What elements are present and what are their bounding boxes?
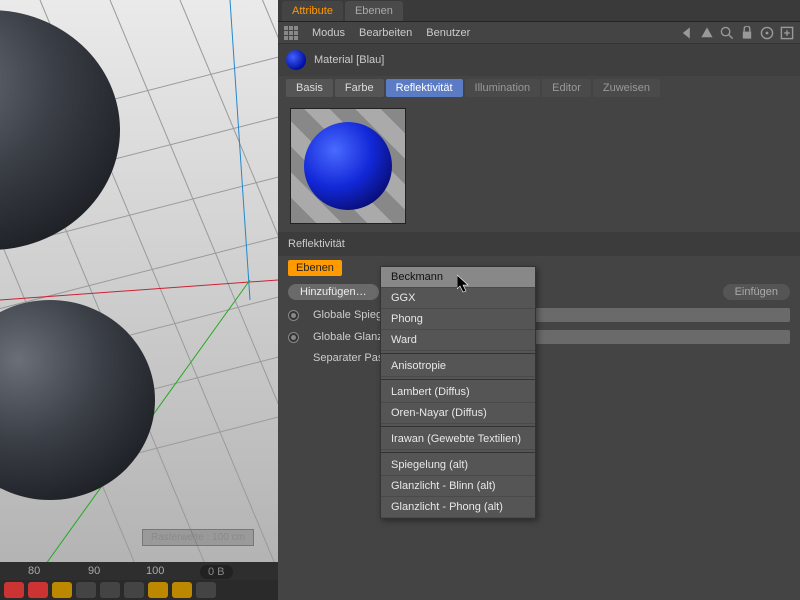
target-icon[interactable] <box>760 26 774 40</box>
keyframe-icon[interactable] <box>28 582 48 598</box>
grid-icon[interactable] <box>284 26 298 40</box>
panel-tabs: Attribute Ebenen <box>278 0 800 22</box>
tab-ebenen[interactable]: Ebenen <box>345 1 403 21</box>
menu-item[interactable]: Lambert (Diffus) <box>381 382 535 403</box>
cursor-icon <box>457 275 473 295</box>
radio-global-specular[interactable] <box>288 332 299 343</box>
menu-item[interactable]: Ward <box>381 330 535 351</box>
menu-item[interactable]: Oren-Nayar (Diffus) <box>381 403 535 424</box>
panel-menubar: Modus Bearbeiten Benutzer <box>278 22 800 44</box>
record-icon[interactable] <box>4 582 24 598</box>
tab-zuweisen[interactable]: Zuweisen <box>593 79 660 97</box>
tab-illumination[interactable]: Illumination <box>465 79 541 97</box>
ruler-tick: 90 <box>88 565 100 577</box>
label-global-reflection: Globale Spiege <box>313 309 388 321</box>
menu-item[interactable]: Spiegelung (alt) <box>381 455 535 476</box>
menu-item[interactable]: Glanzlicht - Phong (alt) <box>381 497 535 518</box>
menu-bearbeiten[interactable]: Bearbeiten <box>359 27 412 39</box>
autokey-icon[interactable] <box>52 582 72 598</box>
material-name: Material [Blau] <box>314 54 384 66</box>
paste-button[interactable]: Einfügen <box>723 284 790 300</box>
section-title: Reflektivität <box>278 232 800 256</box>
material-channel-tabs: Basis Farbe Reflektivität Illumination E… <box>278 76 800 100</box>
tool-icon[interactable] <box>76 582 96 598</box>
tab-reflektivitaet[interactable]: Reflektivität <box>386 79 463 97</box>
menu-item[interactable]: Anisotropie <box>381 356 535 377</box>
timeline-area: 80 90 100 0 B <box>0 562 278 600</box>
ruler-tick: 100 <box>146 565 164 577</box>
tool-icon[interactable] <box>196 582 216 598</box>
tab-basis[interactable]: Basis <box>286 79 333 97</box>
ebenen-chip[interactable]: Ebenen <box>288 260 342 276</box>
menu-item[interactable]: Glanzlicht - Blinn (alt) <box>381 476 535 497</box>
bottom-icon-row <box>0 580 278 600</box>
tool-icon[interactable] <box>100 582 120 598</box>
add-button[interactable]: Hinzufügen… <box>288 284 379 300</box>
nav-up-icon[interactable] <box>700 26 714 40</box>
attribute-panel: Attribute Ebenen Modus Bearbeiten Benutz… <box>278 0 800 600</box>
material-preview <box>290 108 406 224</box>
label-separate-pass: Separater Pass <box>313 352 389 364</box>
tool-icon[interactable] <box>124 582 144 598</box>
distribution-menu: BeckmannGGXPhongWardAnisotropieLambert (… <box>380 266 536 519</box>
menu-modus[interactable]: Modus <box>312 27 345 39</box>
ruler-tick: 80 <box>28 565 40 577</box>
tab-attribute[interactable]: Attribute <box>282 1 343 21</box>
menu-benutzer[interactable]: Benutzer <box>426 27 470 39</box>
nav-back-icon[interactable] <box>680 26 694 40</box>
search-icon[interactable] <box>720 26 734 40</box>
tab-editor[interactable]: Editor <box>542 79 591 97</box>
label-global-specular: Globale Glanzl <box>313 331 385 343</box>
preview-sphere <box>304 122 392 210</box>
tool-icon[interactable] <box>172 582 192 598</box>
tool-icon[interactable] <box>148 582 168 598</box>
status-bytes: 0 B <box>200 565 233 579</box>
viewport-grid-label: Rasterweite : 100 cm <box>142 529 254 546</box>
material-preview-icon <box>286 50 306 70</box>
timeline-ruler[interactable]: 80 90 100 0 B <box>0 562 278 580</box>
new-window-icon[interactable] <box>780 26 794 40</box>
viewport-3d[interactable]: Rasterweite : 100 cm <box>0 0 278 600</box>
radio-global-reflection[interactable] <box>288 310 299 321</box>
menu-item[interactable]: Phong <box>381 309 535 330</box>
tab-farbe[interactable]: Farbe <box>335 79 384 97</box>
menu-item[interactable]: Irawan (Gewebte Textilien) <box>381 429 535 450</box>
material-header: Material [Blau] <box>278 44 800 76</box>
lock-icon[interactable] <box>740 26 754 40</box>
